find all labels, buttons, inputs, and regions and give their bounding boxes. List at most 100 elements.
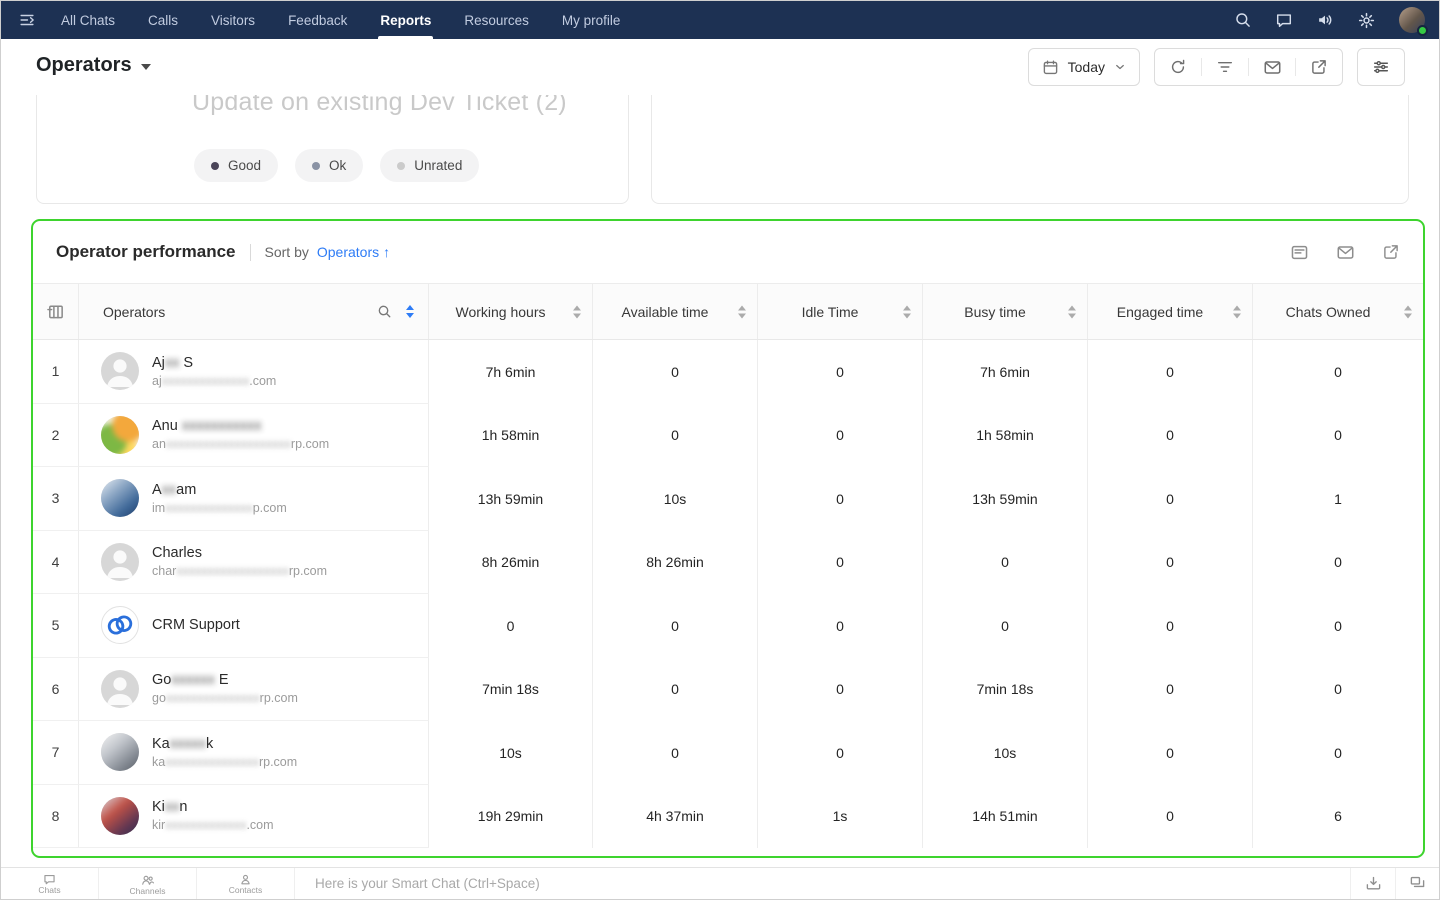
table-row[interactable]: 8Kixxnkirxxxxxxxxxxxxx.com19h 29min4h 37… bbox=[33, 785, 1423, 849]
refresh-icon[interactable] bbox=[1155, 58, 1201, 76]
sort-icon[interactable] bbox=[406, 305, 414, 318]
sort-by-label: Sort by bbox=[265, 244, 309, 260]
table-row[interactable]: 4Charlescharxxxxxxxxxxxxxxxxxxrp.com8h 2… bbox=[33, 531, 1423, 595]
column-label: Operators bbox=[103, 304, 165, 320]
page-title-label: Operators bbox=[36, 54, 132, 77]
column-header-idle-time[interactable]: Idle Time bbox=[758, 284, 923, 339]
report-header-icons bbox=[1290, 243, 1400, 262]
cell-value: 0 bbox=[758, 467, 923, 531]
cell-value: 10s bbox=[593, 467, 758, 531]
export-icon[interactable] bbox=[1382, 243, 1400, 262]
cell-value: 0 bbox=[923, 594, 1088, 658]
mail-icon[interactable] bbox=[1249, 58, 1295, 77]
column-header-working-hours[interactable]: Working hours bbox=[429, 284, 593, 339]
mail-icon[interactable] bbox=[1336, 243, 1355, 262]
report-actions-group bbox=[1154, 48, 1343, 86]
date-range-button[interactable]: Today bbox=[1028, 48, 1140, 86]
column-header-chats-owned[interactable]: Chats Owned bbox=[1253, 284, 1423, 339]
chat-windows-icon[interactable] bbox=[1395, 868, 1439, 899]
table-row[interactable]: 7Kaxxxxxkkaxxxxxxxxxxxxxxxrp.com10s0010s… bbox=[33, 721, 1423, 785]
table-row[interactable]: 3Axxamimxxxxxxxxxxxxxxp.com13h 59min10s0… bbox=[33, 467, 1423, 531]
operator-cell: Kaxxxxxkkaxxxxxxxxxxxxxxxrp.com bbox=[79, 721, 429, 785]
operator-avatar bbox=[101, 733, 139, 771]
row-index: 7 bbox=[33, 721, 79, 785]
cell-value: 10s bbox=[429, 721, 593, 785]
sort-icon[interactable] bbox=[738, 305, 746, 318]
cell-value: 0 bbox=[1088, 658, 1253, 722]
search-icon[interactable] bbox=[1234, 11, 1252, 29]
table-row[interactable]: 1Ajxx Sajxxxxxxxxxxxxxx.com7h 6min007h 6… bbox=[33, 340, 1423, 404]
legend-item-unrated[interactable]: Unrated bbox=[380, 149, 479, 182]
nav-item-reports[interactable]: Reports bbox=[380, 1, 431, 39]
operator-name: Axxam bbox=[152, 482, 287, 498]
operator-email: anxxxxxxxxxxxxxxxxxxxxrp.com bbox=[152, 437, 329, 451]
smart-chat-input[interactable] bbox=[295, 868, 1350, 899]
sort-icon[interactable] bbox=[573, 305, 581, 318]
nav-item-my-profile[interactable]: My profile bbox=[562, 1, 621, 39]
operator-avatar bbox=[101, 670, 139, 708]
cell-value: 0 bbox=[429, 594, 593, 658]
column-label: Busy time bbox=[923, 304, 1087, 320]
footer-tab-chats[interactable]: Chats bbox=[1, 868, 99, 899]
nav-item-all-chats[interactable]: All Chats bbox=[61, 1, 115, 39]
table-body: 1Ajxx Sajxxxxxxxxxxxxxx.com7h 6min007h 6… bbox=[33, 340, 1423, 848]
app-window: All Chats Calls Visitors Feedback Reports Res… bbox=[0, 0, 1440, 900]
sort-icon[interactable] bbox=[1404, 305, 1412, 318]
sort-icon[interactable] bbox=[903, 305, 911, 318]
row-index: 6 bbox=[33, 658, 79, 722]
column-header-available-time[interactable]: Available time bbox=[593, 284, 758, 339]
footer-tab-contacts[interactable]: Contacts bbox=[197, 868, 295, 899]
sort-icon[interactable] bbox=[1068, 305, 1076, 318]
customize-icon[interactable] bbox=[1357, 48, 1405, 86]
user-avatar[interactable] bbox=[1399, 7, 1425, 33]
export-icon[interactable] bbox=[1296, 58, 1342, 76]
legend-label: Unrated bbox=[414, 158, 462, 173]
legend-item-good[interactable]: Good bbox=[194, 149, 278, 182]
page-title[interactable]: Operators bbox=[36, 54, 151, 77]
sort-field-link[interactable]: Operators ↑ bbox=[317, 244, 390, 260]
search-icon[interactable] bbox=[377, 304, 392, 319]
cell-value: 1 bbox=[1253, 467, 1423, 531]
cell-value: 0 bbox=[593, 658, 758, 722]
legend-item-ok[interactable]: Ok bbox=[295, 149, 363, 182]
table-row[interactable]: 6Goxxxxxx Egoxxxxxxxxxxxxxxxrp.com7min 1… bbox=[33, 658, 1423, 722]
operator-name: Kaxxxxxk bbox=[152, 736, 297, 752]
sort-icon[interactable] bbox=[1233, 305, 1241, 318]
insert-column-button[interactable] bbox=[33, 284, 79, 339]
operator-avatar bbox=[101, 352, 139, 390]
nav-item-resources[interactable]: Resources bbox=[464, 1, 529, 39]
sound-icon[interactable] bbox=[1316, 11, 1334, 29]
operator-name: Charles bbox=[152, 545, 327, 561]
legend-label: Ok bbox=[329, 158, 346, 173]
page-header: Operators Today bbox=[1, 39, 1439, 95]
operator-email: goxxxxxxxxxxxxxxxrp.com bbox=[152, 691, 298, 705]
nav-item-feedback[interactable]: Feedback bbox=[288, 1, 347, 39]
column-header-operators[interactable]: Operators bbox=[79, 284, 429, 339]
cell-value: 0 bbox=[1088, 721, 1253, 785]
message-icon[interactable] bbox=[1275, 11, 1293, 29]
column-header-engaged-time[interactable]: Engaged time bbox=[1088, 284, 1253, 339]
footer-tabs: ChatsChannelsContacts bbox=[1, 868, 295, 899]
row-index: 4 bbox=[33, 531, 79, 595]
nav-item-visitors[interactable]: Visitors bbox=[211, 1, 255, 39]
nav-item-calls[interactable]: Calls bbox=[148, 1, 178, 39]
cell-value: 0 bbox=[593, 594, 758, 658]
operator-avatar bbox=[101, 797, 139, 835]
operator-cell: Kixxnkirxxxxxxxxxxxxx.com bbox=[79, 785, 429, 849]
operator-cell: Charlescharxxxxxxxxxxxxxxxxxxrp.com bbox=[79, 531, 429, 595]
topbar-actions bbox=[1234, 7, 1425, 33]
table-row[interactable]: 5CRM Support000000 bbox=[33, 594, 1423, 658]
cell-value: 0 bbox=[593, 340, 758, 404]
tray-icon[interactable] bbox=[1351, 868, 1395, 899]
settings-gear-icon[interactable] bbox=[1357, 11, 1376, 30]
column-header-busy-time[interactable]: Busy time bbox=[923, 284, 1088, 339]
sidebar-toggle-icon[interactable] bbox=[1, 11, 53, 29]
filter-icon[interactable] bbox=[1202, 58, 1248, 76]
top-navbar: All Chats Calls Visitors Feedback Reports Res… bbox=[1, 1, 1439, 39]
cell-value: 13h 59min bbox=[429, 467, 593, 531]
table-row[interactable]: 2Anu xxxxxxxxxxxanxxxxxxxxxxxxxxxxxxxxrp… bbox=[33, 404, 1423, 468]
operator-name: Ajxx S bbox=[152, 355, 276, 371]
operator-avatar bbox=[101, 479, 139, 517]
card-view-icon[interactable] bbox=[1290, 243, 1309, 262]
footer-tab-channels[interactable]: Channels bbox=[99, 868, 197, 899]
